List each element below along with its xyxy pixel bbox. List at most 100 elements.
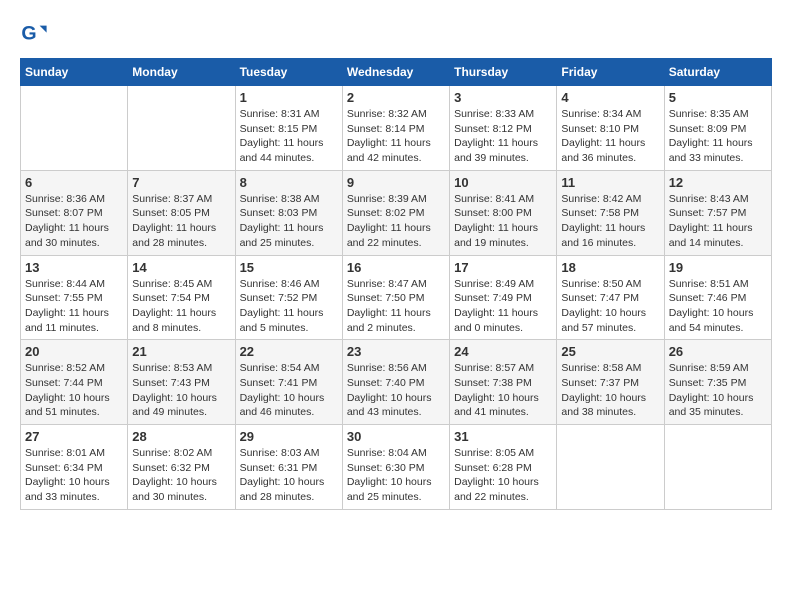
- calendar-cell: 11 Sunrise: 8:42 AM Sunset: 7:58 PM Dayl…: [557, 170, 664, 255]
- logo: G: [20, 20, 52, 48]
- day-info: Sunrise: 8:52 AM Sunset: 7:44 PM Dayligh…: [25, 361, 123, 420]
- day-info: Sunrise: 8:05 AM Sunset: 6:28 PM Dayligh…: [454, 446, 552, 505]
- day-info: Sunrise: 8:36 AM Sunset: 8:07 PM Dayligh…: [25, 192, 123, 251]
- calendar-cell: 7 Sunrise: 8:37 AM Sunset: 8:05 PM Dayli…: [128, 170, 235, 255]
- calendar-cell: [557, 425, 664, 510]
- day-number: 14: [132, 260, 230, 275]
- day-number: 22: [240, 344, 338, 359]
- day-info: Sunrise: 8:49 AM Sunset: 7:49 PM Dayligh…: [454, 277, 552, 336]
- calendar-table: SundayMondayTuesdayWednesdayThursdayFrid…: [20, 58, 772, 510]
- calendar-cell: 28 Sunrise: 8:02 AM Sunset: 6:32 PM Dayl…: [128, 425, 235, 510]
- calendar-week-row: 1 Sunrise: 8:31 AM Sunset: 8:15 PM Dayli…: [21, 86, 772, 171]
- page-header: G: [20, 20, 772, 48]
- day-number: 28: [132, 429, 230, 444]
- calendar-cell: 19 Sunrise: 8:51 AM Sunset: 7:46 PM Dayl…: [664, 255, 771, 340]
- day-info: Sunrise: 8:50 AM Sunset: 7:47 PM Dayligh…: [561, 277, 659, 336]
- day-info: Sunrise: 8:34 AM Sunset: 8:10 PM Dayligh…: [561, 107, 659, 166]
- day-info: Sunrise: 8:54 AM Sunset: 7:41 PM Dayligh…: [240, 361, 338, 420]
- calendar-cell: 6 Sunrise: 8:36 AM Sunset: 8:07 PM Dayli…: [21, 170, 128, 255]
- weekday-header: Friday: [557, 59, 664, 86]
- day-info: Sunrise: 8:42 AM Sunset: 7:58 PM Dayligh…: [561, 192, 659, 251]
- day-number: 20: [25, 344, 123, 359]
- day-number: 15: [240, 260, 338, 275]
- day-info: Sunrise: 8:47 AM Sunset: 7:50 PM Dayligh…: [347, 277, 445, 336]
- calendar-cell: 17 Sunrise: 8:49 AM Sunset: 7:49 PM Dayl…: [450, 255, 557, 340]
- weekday-header-row: SundayMondayTuesdayWednesdayThursdayFrid…: [21, 59, 772, 86]
- calendar-cell: 15 Sunrise: 8:46 AM Sunset: 7:52 PM Dayl…: [235, 255, 342, 340]
- day-info: Sunrise: 8:02 AM Sunset: 6:32 PM Dayligh…: [132, 446, 230, 505]
- day-info: Sunrise: 8:03 AM Sunset: 6:31 PM Dayligh…: [240, 446, 338, 505]
- logo-icon: G: [20, 20, 48, 48]
- weekday-header: Tuesday: [235, 59, 342, 86]
- day-info: Sunrise: 8:46 AM Sunset: 7:52 PM Dayligh…: [240, 277, 338, 336]
- calendar-week-row: 13 Sunrise: 8:44 AM Sunset: 7:55 PM Dayl…: [21, 255, 772, 340]
- day-info: Sunrise: 8:39 AM Sunset: 8:02 PM Dayligh…: [347, 192, 445, 251]
- day-number: 2: [347, 90, 445, 105]
- day-number: 13: [25, 260, 123, 275]
- calendar-cell: 9 Sunrise: 8:39 AM Sunset: 8:02 PM Dayli…: [342, 170, 449, 255]
- calendar-cell: 23 Sunrise: 8:56 AM Sunset: 7:40 PM Dayl…: [342, 340, 449, 425]
- day-number: 31: [454, 429, 552, 444]
- calendar-week-row: 6 Sunrise: 8:36 AM Sunset: 8:07 PM Dayli…: [21, 170, 772, 255]
- day-info: Sunrise: 8:04 AM Sunset: 6:30 PM Dayligh…: [347, 446, 445, 505]
- day-info: Sunrise: 8:45 AM Sunset: 7:54 PM Dayligh…: [132, 277, 230, 336]
- day-number: 8: [240, 175, 338, 190]
- day-number: 16: [347, 260, 445, 275]
- weekday-header: Saturday: [664, 59, 771, 86]
- calendar-cell: 30 Sunrise: 8:04 AM Sunset: 6:30 PM Dayl…: [342, 425, 449, 510]
- day-info: Sunrise: 8:58 AM Sunset: 7:37 PM Dayligh…: [561, 361, 659, 420]
- calendar-week-row: 27 Sunrise: 8:01 AM Sunset: 6:34 PM Dayl…: [21, 425, 772, 510]
- calendar-cell: [128, 86, 235, 171]
- calendar-cell: 29 Sunrise: 8:03 AM Sunset: 6:31 PM Dayl…: [235, 425, 342, 510]
- day-info: Sunrise: 8:41 AM Sunset: 8:00 PM Dayligh…: [454, 192, 552, 251]
- day-number: 9: [347, 175, 445, 190]
- calendar-cell: 31 Sunrise: 8:05 AM Sunset: 6:28 PM Dayl…: [450, 425, 557, 510]
- day-info: Sunrise: 8:51 AM Sunset: 7:46 PM Dayligh…: [669, 277, 767, 336]
- day-info: Sunrise: 8:44 AM Sunset: 7:55 PM Dayligh…: [25, 277, 123, 336]
- day-number: 26: [669, 344, 767, 359]
- day-number: 17: [454, 260, 552, 275]
- day-number: 24: [454, 344, 552, 359]
- calendar-cell: 16 Sunrise: 8:47 AM Sunset: 7:50 PM Dayl…: [342, 255, 449, 340]
- calendar-cell: 4 Sunrise: 8:34 AM Sunset: 8:10 PM Dayli…: [557, 86, 664, 171]
- calendar-cell: 5 Sunrise: 8:35 AM Sunset: 8:09 PM Dayli…: [664, 86, 771, 171]
- weekday-header: Sunday: [21, 59, 128, 86]
- calendar-cell: 14 Sunrise: 8:45 AM Sunset: 7:54 PM Dayl…: [128, 255, 235, 340]
- day-info: Sunrise: 8:31 AM Sunset: 8:15 PM Dayligh…: [240, 107, 338, 166]
- calendar-cell: 13 Sunrise: 8:44 AM Sunset: 7:55 PM Dayl…: [21, 255, 128, 340]
- calendar-cell: 2 Sunrise: 8:32 AM Sunset: 8:14 PM Dayli…: [342, 86, 449, 171]
- day-info: Sunrise: 8:53 AM Sunset: 7:43 PM Dayligh…: [132, 361, 230, 420]
- day-number: 10: [454, 175, 552, 190]
- day-info: Sunrise: 8:43 AM Sunset: 7:57 PM Dayligh…: [669, 192, 767, 251]
- day-number: 18: [561, 260, 659, 275]
- calendar-cell: 10 Sunrise: 8:41 AM Sunset: 8:00 PM Dayl…: [450, 170, 557, 255]
- calendar-week-row: 20 Sunrise: 8:52 AM Sunset: 7:44 PM Dayl…: [21, 340, 772, 425]
- day-info: Sunrise: 8:33 AM Sunset: 8:12 PM Dayligh…: [454, 107, 552, 166]
- day-number: 5: [669, 90, 767, 105]
- day-number: 11: [561, 175, 659, 190]
- svg-text:G: G: [21, 23, 36, 45]
- day-number: 1: [240, 90, 338, 105]
- calendar-cell: 22 Sunrise: 8:54 AM Sunset: 7:41 PM Dayl…: [235, 340, 342, 425]
- calendar-cell: 25 Sunrise: 8:58 AM Sunset: 7:37 PM Dayl…: [557, 340, 664, 425]
- calendar-cell: 3 Sunrise: 8:33 AM Sunset: 8:12 PM Dayli…: [450, 86, 557, 171]
- calendar-cell: 12 Sunrise: 8:43 AM Sunset: 7:57 PM Dayl…: [664, 170, 771, 255]
- calendar-cell: 26 Sunrise: 8:59 AM Sunset: 7:35 PM Dayl…: [664, 340, 771, 425]
- day-number: 29: [240, 429, 338, 444]
- day-info: Sunrise: 8:59 AM Sunset: 7:35 PM Dayligh…: [669, 361, 767, 420]
- day-info: Sunrise: 8:37 AM Sunset: 8:05 PM Dayligh…: [132, 192, 230, 251]
- calendar-cell: [664, 425, 771, 510]
- day-number: 27: [25, 429, 123, 444]
- calendar-cell: 1 Sunrise: 8:31 AM Sunset: 8:15 PM Dayli…: [235, 86, 342, 171]
- weekday-header: Thursday: [450, 59, 557, 86]
- calendar-cell: 8 Sunrise: 8:38 AM Sunset: 8:03 PM Dayli…: [235, 170, 342, 255]
- day-info: Sunrise: 8:01 AM Sunset: 6:34 PM Dayligh…: [25, 446, 123, 505]
- weekday-header: Wednesday: [342, 59, 449, 86]
- day-number: 19: [669, 260, 767, 275]
- day-number: 3: [454, 90, 552, 105]
- day-number: 25: [561, 344, 659, 359]
- calendar-cell: 27 Sunrise: 8:01 AM Sunset: 6:34 PM Dayl…: [21, 425, 128, 510]
- weekday-header: Monday: [128, 59, 235, 86]
- day-number: 12: [669, 175, 767, 190]
- day-number: 4: [561, 90, 659, 105]
